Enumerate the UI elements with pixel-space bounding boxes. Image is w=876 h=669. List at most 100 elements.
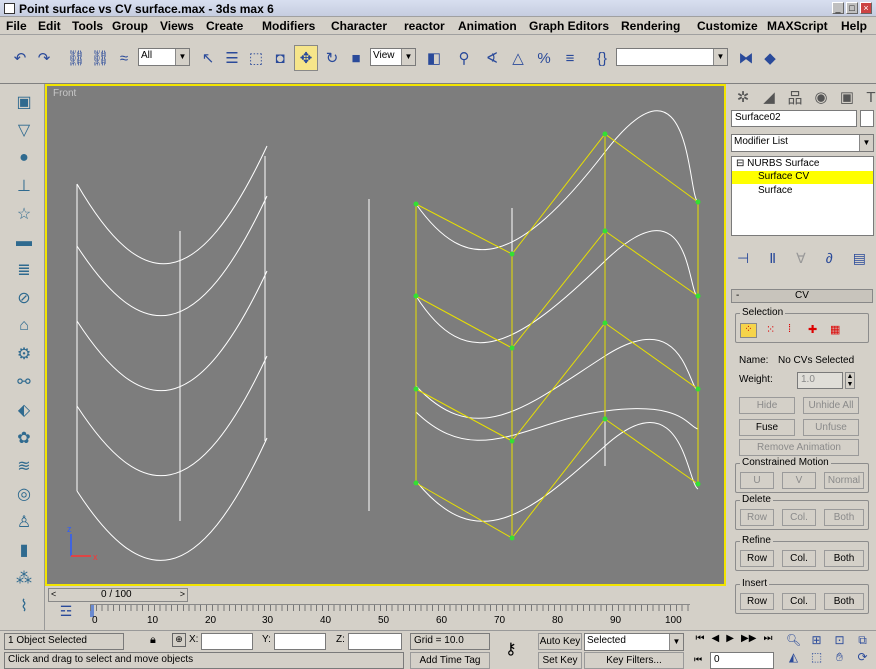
gear-icon[interactable]: ⚙ xyxy=(12,342,36,366)
insert-col-button[interactable]: Col. xyxy=(782,593,816,610)
stack-item-surface[interactable]: Surface xyxy=(758,185,792,196)
mirror-icon[interactable]: ⧓ xyxy=(734,45,758,71)
sphere-icon[interactable]: ● xyxy=(12,146,36,170)
zoom-extents-all-icon[interactable]: ⧉ xyxy=(851,633,874,650)
zoom-extents-icon[interactable]: ⊡ xyxy=(828,633,851,650)
select-by-name-icon[interactable]: ☰ xyxy=(220,45,244,71)
bones-icon[interactable]: ▮ xyxy=(12,538,36,562)
select-and-scale-icon[interactable]: ■ xyxy=(344,45,368,71)
named-selection-dropdown[interactable]: ▼ xyxy=(616,48,728,66)
hide-button[interactable]: Hide xyxy=(739,397,795,414)
zoom-all-icon[interactable]: ⊞ xyxy=(805,633,828,650)
tube-icon[interactable]: ≣ xyxy=(12,258,36,282)
current-frame-field[interactable]: 0 xyxy=(710,652,774,669)
modifier-list-dropdown[interactable]: Modifier List ▼ xyxy=(731,134,874,152)
weight-field[interactable]: 1.0 xyxy=(797,372,843,389)
motion-tab-icon[interactable]: ◉ xyxy=(809,84,833,110)
prism-icon[interactable]: ⬖ xyxy=(12,398,36,422)
capsule-icon[interactable]: ⊘ xyxy=(12,286,36,310)
single-cv-icon[interactable]: ⁘ xyxy=(740,323,757,338)
object-name-field[interactable]: Surface02 xyxy=(731,110,857,127)
select-and-rotate-icon[interactable]: ↻ xyxy=(320,45,344,71)
track-bar-icon[interactable]: ☲ xyxy=(48,603,84,625)
remove-modifier-icon[interactable]: ∂ xyxy=(826,250,833,266)
key-filters-button[interactable]: Key Filters... xyxy=(584,652,684,669)
create-tab-icon[interactable]: ✲ xyxy=(731,84,755,110)
constrain-u-button[interactable]: U xyxy=(740,472,774,489)
menu-edit[interactable]: Edit xyxy=(38,19,61,33)
refine-col-button[interactable]: Col. xyxy=(782,550,816,567)
track-bar[interactable]: 0 10 20 30 40 50 60 70 80 90 100 xyxy=(90,604,690,628)
row-cv-icon[interactable]: ⁙ xyxy=(766,323,775,336)
rectangular-selection-icon[interactable]: ⬚ xyxy=(244,45,268,71)
undo-icon[interactable]: ↶ xyxy=(8,45,32,71)
all-cv-icon[interactable]: ▦ xyxy=(830,323,840,336)
display-tab-icon[interactable]: ▣ xyxy=(835,84,859,110)
key-icon[interactable]: ⚷ xyxy=(505,639,517,659)
select-manipulate-icon[interactable]: ⚲ xyxy=(452,45,476,71)
cylinder-icon[interactable]: ⊥ xyxy=(12,174,36,198)
modify-tab-icon[interactable]: ◢ xyxy=(757,84,781,110)
menu-character[interactable]: Character xyxy=(331,19,387,33)
percent-snap-icon[interactable]: % xyxy=(532,45,556,71)
set-key-button[interactable]: Set Key xyxy=(538,652,582,669)
show-end-result-icon[interactable]: Ⅱ xyxy=(769,250,776,267)
unhide-all-button[interactable]: Unhide All xyxy=(803,397,859,414)
arc-rotate-icon[interactable]: ⟳ xyxy=(851,650,874,667)
delete-row-button[interactable]: Row xyxy=(740,509,774,526)
object-color-swatch[interactable] xyxy=(860,110,874,127)
row-column-cv-icon[interactable]: ✚ xyxy=(808,323,817,336)
weight-spinner[interactable]: ▲ ▼ xyxy=(845,372,855,389)
time-slider-left-arrow[interactable]: < xyxy=(51,589,56,599)
close-button[interactable]: × xyxy=(860,2,872,14)
named-selection-sets-icon[interactable]: {} xyxy=(590,45,614,71)
front-viewport[interactable]: Front z x xyxy=(45,84,726,586)
window-crossing-icon[interactable]: ◘ xyxy=(268,45,292,71)
lock-selection-icon[interactable]: 🔒︎ xyxy=(150,634,156,647)
menu-group[interactable]: Group xyxy=(112,19,148,33)
menu-customize[interactable]: Customize xyxy=(697,19,758,33)
pan-icon[interactable]: ✋︎ xyxy=(828,650,851,667)
star-icon[interactable]: ☆ xyxy=(12,202,36,226)
z-coordinate-field[interactable] xyxy=(348,633,402,650)
goto-start-icon[interactable]: ⏮ xyxy=(696,633,705,649)
region-zoom-icon[interactable]: ⬚ xyxy=(805,650,828,667)
select-link-icon[interactable]: ⛓ xyxy=(64,45,88,71)
reference-coordinate-dropdown[interactable]: View ▼ xyxy=(370,48,416,66)
refine-both-button[interactable]: Both xyxy=(824,550,864,567)
spinner-snap-icon[interactable]: ≡ xyxy=(558,45,582,71)
delete-col-button[interactable]: Col. xyxy=(782,509,816,526)
configure-sets-icon[interactable]: ▤ xyxy=(853,250,866,267)
biped-icon[interactable]: ♙ xyxy=(12,510,36,534)
select-object-icon[interactable]: ↖ xyxy=(196,45,220,71)
box-icon[interactable]: ▣ xyxy=(12,90,36,114)
time-slider[interactable]: < 0 / 100 > xyxy=(48,588,188,602)
auto-key-button[interactable]: Auto Key xyxy=(538,633,582,650)
torus-icon[interactable]: ◎ xyxy=(12,482,36,506)
field-of-view-icon[interactable]: ◭ xyxy=(782,650,805,667)
menu-create[interactable]: Create xyxy=(206,19,243,33)
y-coordinate-field[interactable] xyxy=(274,633,326,650)
constrain-normal-button[interactable]: Normal xyxy=(824,472,864,489)
menu-tools[interactable]: Tools xyxy=(72,19,103,33)
refine-row-button[interactable]: Row xyxy=(740,550,774,567)
make-unique-icon[interactable]: ∀ xyxy=(796,250,806,267)
unlink-icon[interactable]: ⛓ xyxy=(88,45,112,71)
ripple-icon[interactable]: ≋ xyxy=(12,454,36,478)
pivot-center-icon[interactable]: ◧ xyxy=(422,45,446,71)
remove-animation-button[interactable]: Remove Animation xyxy=(739,439,859,456)
key-mode-toggle-icon[interactable]: ⏮ xyxy=(694,654,702,665)
torus-knot-icon[interactable]: ✿ xyxy=(12,426,36,450)
particles-icon[interactable]: ⁂ xyxy=(12,566,36,590)
menu-maxscript[interactable]: MAXScript xyxy=(767,19,828,33)
constrain-v-button[interactable]: V xyxy=(782,472,816,489)
insert-both-button[interactable]: Both xyxy=(824,593,864,610)
goto-end-icon[interactable]: ⏭ xyxy=(763,633,772,649)
previous-frame-icon[interactable]: ◀ xyxy=(712,633,720,649)
x-coordinate-field[interactable] xyxy=(201,633,253,650)
next-frame-icon[interactable]: ▶▶ xyxy=(741,633,756,649)
stack-item-surface-cv[interactable]: Surface CV xyxy=(732,171,873,184)
column-cv-icon[interactable]: ⁞ xyxy=(788,323,791,335)
menu-help[interactable]: Help xyxy=(841,19,867,33)
snap-3d-icon[interactable]: ∢ xyxy=(480,45,504,71)
